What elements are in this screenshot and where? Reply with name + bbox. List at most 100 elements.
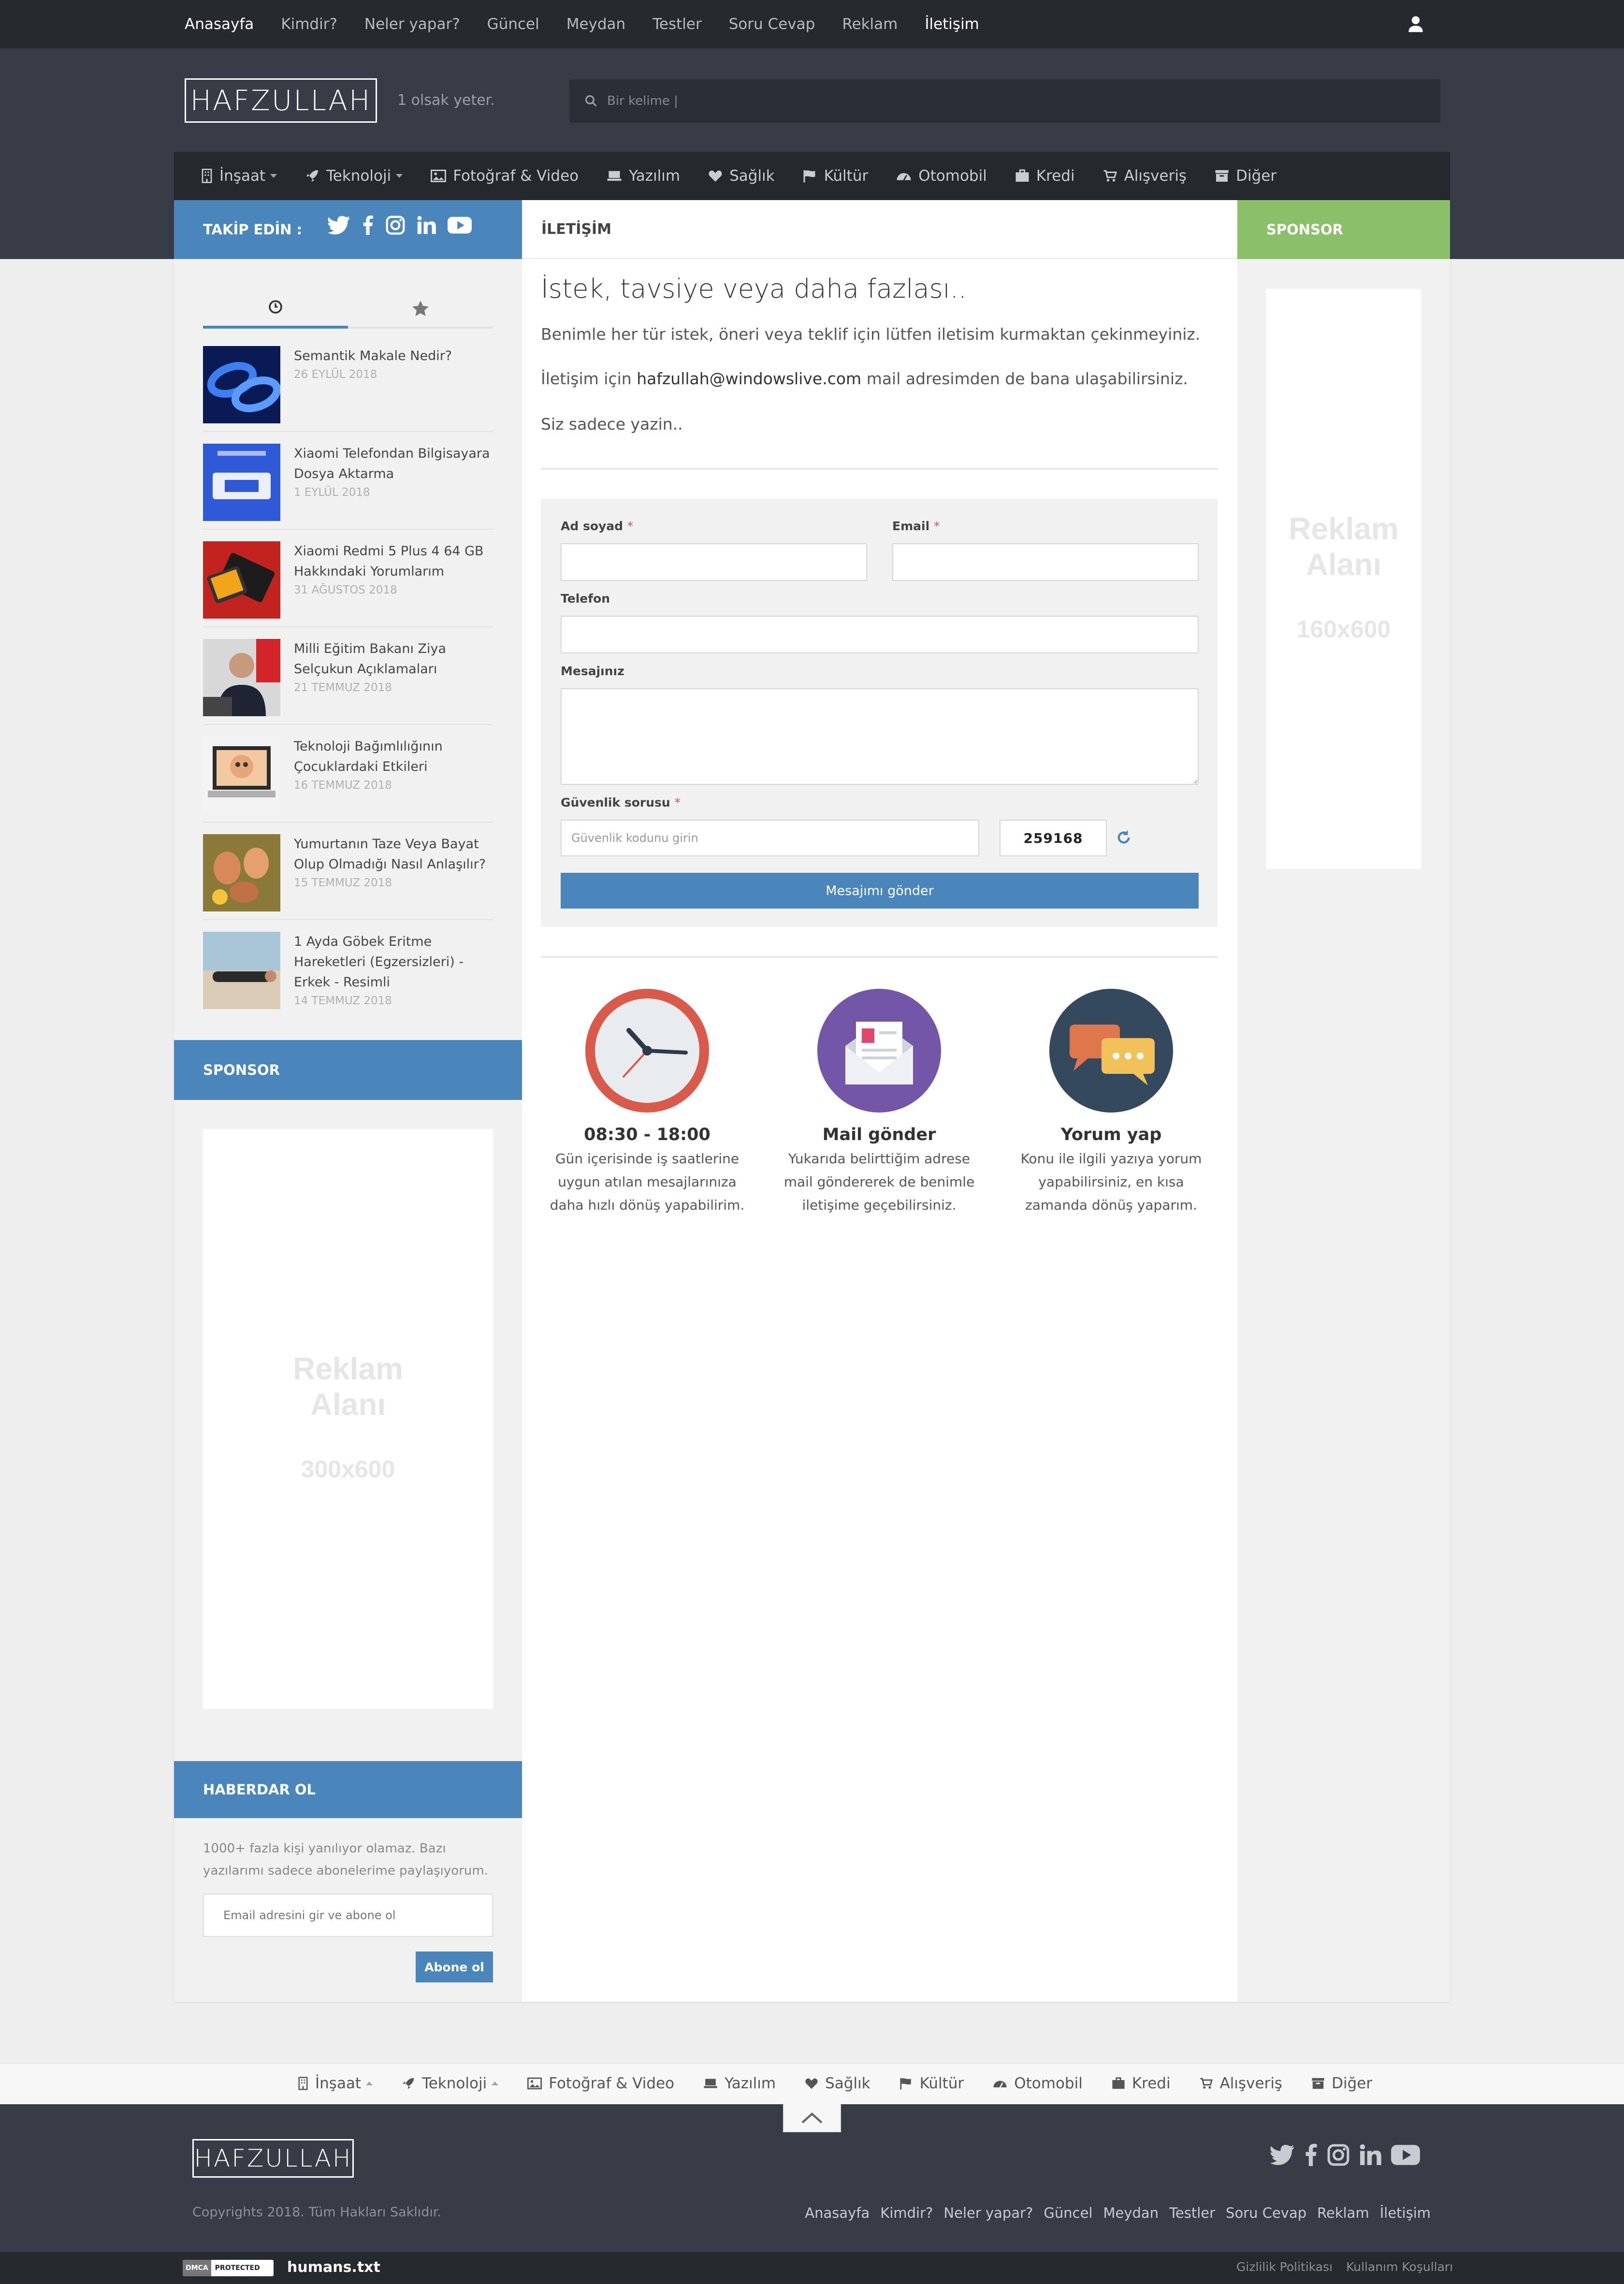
scroll-top-button[interactable] <box>783 2104 841 2132</box>
youtube-icon[interactable] <box>448 216 472 235</box>
archive-icon <box>1215 170 1229 182</box>
name-label: Ad soyad * <box>561 519 633 533</box>
list-item[interactable]: Milli Eğitim Bakanı Ziya Selçukun Açıkla… <box>203 627 493 725</box>
category-label: Alışveriş <box>1124 167 1187 185</box>
name-input[interactable] <box>561 543 867 581</box>
instagram-icon[interactable] <box>386 216 405 235</box>
list-item[interactable]: Semantik Makale Nedir? 26 EYLÜL 2018 <box>203 334 493 432</box>
topnav-guncel[interactable]: Güncel <box>487 15 539 33</box>
footer-link-kimdir[interactable]: Kimdir? <box>880 2205 933 2221</box>
topnav-soru-cevap[interactable]: Soru Cevap <box>729 15 815 33</box>
dmca-badge-right: PROTECTED <box>215 2264 260 2272</box>
list-item[interactable]: Yumurtanın Taze Veya Bayat Olup Olmadığı… <box>203 823 493 920</box>
phone-input[interactable] <box>561 616 1199 653</box>
category-yazilim[interactable]: Yazılım <box>607 167 680 185</box>
footer-link-reklam[interactable]: Reklam <box>1317 2205 1369 2221</box>
footer-category-insaat[interactable]: İnşaat <box>298 2075 373 2092</box>
ad-line1: Reklam <box>1289 511 1399 546</box>
category-otomobil[interactable]: Otomobil <box>896 167 987 185</box>
humans-txt-badge[interactable]: humans.txt <box>287 2259 380 2276</box>
top-nav: Anasayfa Kimdir? Neler yapar? Güncel Mey… <box>185 0 1006 48</box>
footer-link-neler-yapar[interactable]: Neler yapar? <box>943 2205 1033 2221</box>
footer-category-fotograf-video[interactable]: Fotoğraf & Video <box>527 2075 674 2092</box>
topnav-iletisim[interactable]: İletişim <box>925 15 979 33</box>
email-paragraph-suffix: mail adresimden de bana ulaşabilirsiniz. <box>861 369 1188 388</box>
footer-category-saglik[interactable]: Sağlık <box>805 2075 870 2092</box>
list-item[interactable]: Teknoloji Bağımlılığının Çocuklardaki Et… <box>203 725 493 823</box>
footer-category-teknoloji[interactable]: Teknoloji <box>402 2075 499 2092</box>
footer-category-otomobil[interactable]: Otomobil <box>993 2075 1083 2092</box>
cart-icon <box>1200 2078 1213 2089</box>
category-teknoloji[interactable]: Teknoloji <box>305 167 403 185</box>
footer-link-soru-cevap[interactable]: Soru Cevap <box>1226 2205 1306 2221</box>
list-item[interactable]: Xiaomi Redmi 5 Plus 4 64 GB Hakkındaki Y… <box>203 530 493 627</box>
footer-link-iletisim[interactable]: İletişim <box>1380 2205 1431 2221</box>
category-fotograf-video[interactable]: Fotoğraf & Video <box>431 167 579 185</box>
category-label: Teknoloji <box>422 2075 487 2092</box>
send-message-button[interactable]: Mesajımı gönder <box>561 873 1199 909</box>
footer-logo[interactable]: HAFZULLAH <box>192 2139 354 2178</box>
topnav-reklam[interactable]: Reklam <box>842 15 898 33</box>
tab-popular[interactable] <box>348 288 493 329</box>
topnav-meydan[interactable]: Meydan <box>566 15 626 33</box>
facebook-icon[interactable] <box>1304 2144 1318 2166</box>
search-input[interactable] <box>607 94 1380 108</box>
footer-link-testler[interactable]: Testler <box>1169 2205 1215 2221</box>
user-icon[interactable] <box>1407 15 1424 33</box>
dmca-badge[interactable]: DMCA PROTECTED <box>183 2260 274 2276</box>
twitter-icon[interactable] <box>328 216 350 235</box>
category-label: Otomobil <box>1014 2075 1083 2092</box>
linkedin-icon[interactable] <box>417 216 436 235</box>
footer-category-kredi[interactable]: Kredi <box>1112 2075 1171 2092</box>
message-textarea[interactable] <box>561 688 1199 785</box>
site-logo[interactable]: HAFZULLAH <box>185 78 377 123</box>
category-saglik[interactable]: Sağlık <box>708 167 775 185</box>
rocket-icon <box>403 2078 414 2089</box>
feature-desc: Gün içerisinde iş saatlerine uygun atıla… <box>550 1151 745 1213</box>
topnav-testler[interactable]: Testler <box>652 15 701 33</box>
tab-recent[interactable] <box>203 288 348 329</box>
category-kredi[interactable]: Kredi <box>1015 167 1075 185</box>
twitter-icon[interactable] <box>1270 2144 1294 2166</box>
post-date: 31 AĞUSTOS 2018 <box>294 584 397 596</box>
footer-link-anasayfa[interactable]: Anasayfa <box>805 2205 870 2221</box>
post-date: 14 TEMMUZ 2018 <box>294 995 392 1007</box>
email-input[interactable] <box>892 543 1199 581</box>
topnav-neler-yapar[interactable]: Neler yapar? <box>364 15 460 33</box>
cart-icon <box>1103 170 1117 182</box>
category-label: Yazılım <box>629 167 681 185</box>
footer-category-yazilim[interactable]: Yazılım <box>703 2075 776 2092</box>
ad-placeholder-left[interactable]: Reklam Alanı 300x600 <box>203 1129 493 1709</box>
list-item[interactable]: 1 Ayda Göbek Eritme Hareketleri (Egzersi… <box>203 920 493 1018</box>
footer-link-guncel[interactable]: Güncel <box>1044 2205 1092 2221</box>
ad-placeholder-right[interactable]: Reklam Alanı 160x600 <box>1266 289 1421 869</box>
facebook-icon[interactable] <box>362 216 374 235</box>
briefcase-icon <box>1015 169 1029 182</box>
list-item[interactable]: Xiaomi Telefondan Bilgisayara Dosya Akta… <box>203 432 493 530</box>
briefcase-icon <box>1112 2077 1125 2089</box>
topnav-anasayfa[interactable]: Anasayfa <box>185 15 254 33</box>
privacy-policy-link[interactable]: Gizlilik Politikası <box>1236 2260 1333 2274</box>
footer-category-diger[interactable]: Diğer <box>1311 2075 1372 2092</box>
refresh-icon[interactable] <box>1116 829 1132 846</box>
youtube-icon[interactable] <box>1391 2144 1420 2166</box>
post-title: Teknoloji Bağımlılığının Çocuklardaki Et… <box>294 739 443 774</box>
footer-link-meydan[interactable]: Meydan <box>1103 2205 1159 2221</box>
divider <box>541 956 1218 958</box>
category-diger[interactable]: Diğer <box>1215 167 1276 185</box>
footer-category-alisveris[interactable]: Alışveriş <box>1200 2075 1282 2092</box>
linkedin-icon[interactable] <box>1359 2144 1381 2166</box>
instagram-icon[interactable] <box>1327 2144 1349 2166</box>
category-insaat[interactable]: İnşaat <box>201 167 277 185</box>
post-date: 21 TEMMUZ 2018 <box>294 681 392 694</box>
subscribe-email-input[interactable] <box>203 1894 493 1937</box>
subscribe-button[interactable]: Abone ol <box>416 1952 493 1982</box>
search-icon[interactable] <box>585 95 597 107</box>
category-kultur[interactable]: Kültür <box>803 167 868 185</box>
security-code-input[interactable] <box>561 820 979 856</box>
category-alisveris[interactable]: Alışveriş <box>1103 167 1187 185</box>
footer-links: Anasayfa Kimdir? Neler yapar? Güncel Mey… <box>805 2205 1431 2221</box>
terms-of-use-link[interactable]: Kullanım Koşulları <box>1346 2260 1453 2274</box>
footer-category-kultur[interactable]: Kültür <box>899 2075 964 2092</box>
topnav-kimdir[interactable]: Kimdir? <box>281 15 337 33</box>
